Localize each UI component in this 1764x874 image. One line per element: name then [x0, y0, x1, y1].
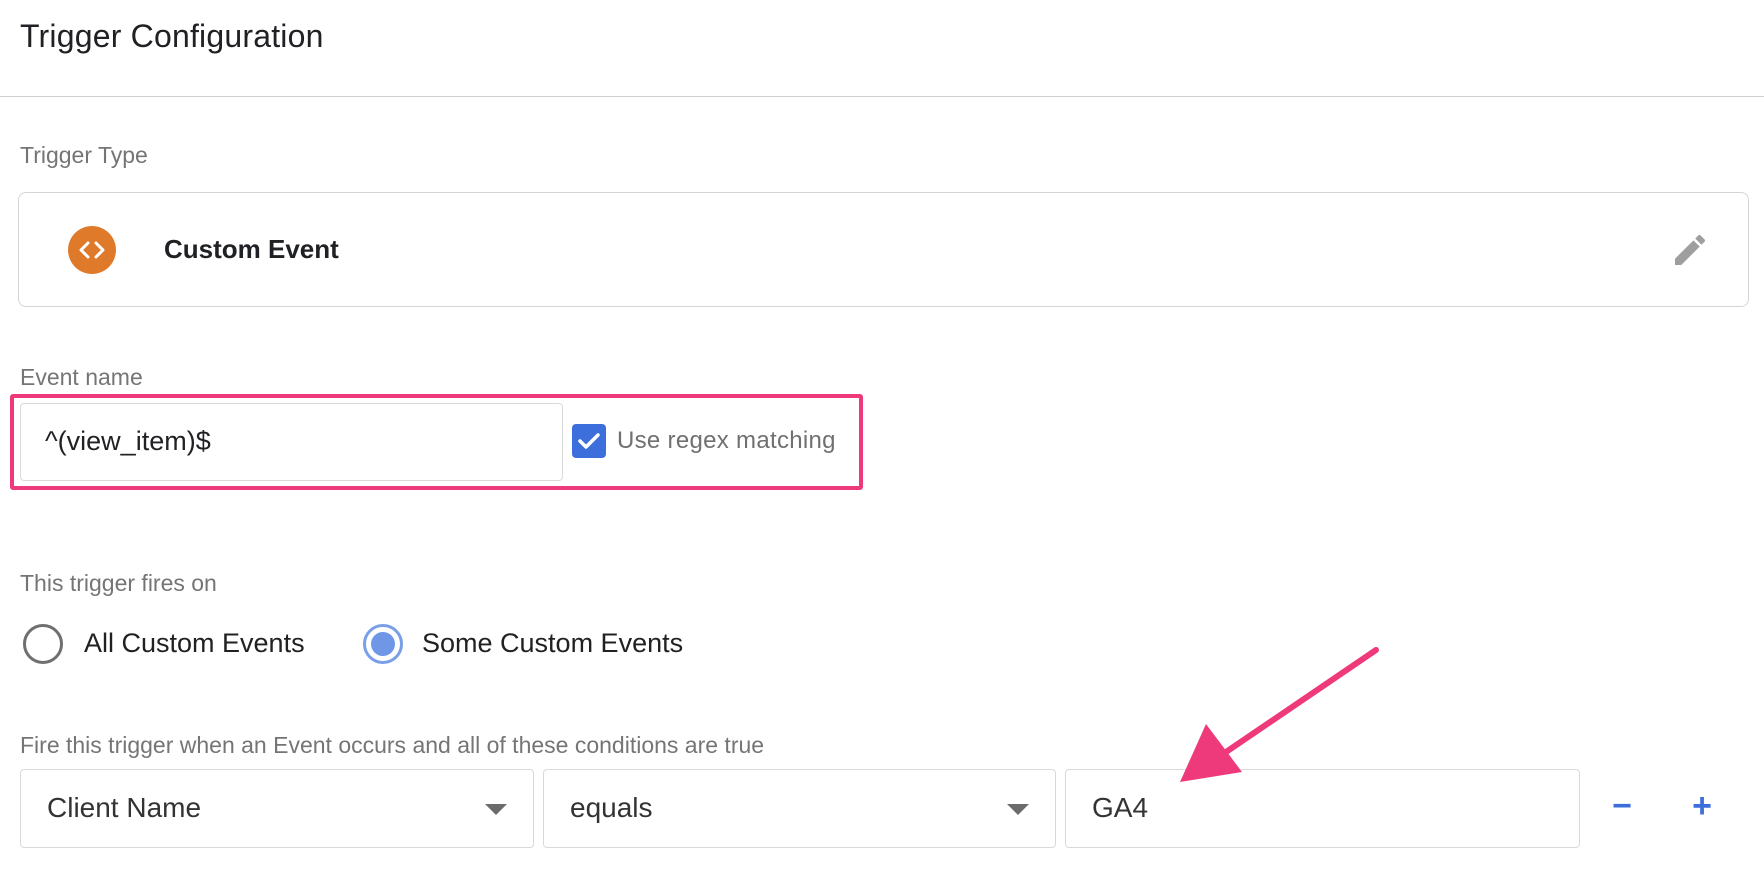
chevron-down-icon [485, 804, 507, 815]
radio-label-all-custom-events[interactable]: All Custom Events [84, 628, 305, 659]
event-name-input[interactable]: ^(view_item)$ [20, 403, 563, 481]
trigger-type-label: Trigger Type [20, 142, 148, 168]
radio-all-custom-events[interactable] [23, 624, 63, 664]
header-divider [0, 96, 1764, 97]
condition-operator-value: equals [570, 792, 653, 823]
regex-checkbox[interactable] [572, 424, 606, 458]
code-brackets-icon [68, 226, 116, 274]
condition-variable-select[interactable]: Client Name [20, 769, 534, 848]
regex-checkbox-label[interactable]: Use regex matching [617, 427, 836, 455]
trigger-type-name: Custom Event [164, 234, 339, 264]
pencil-icon[interactable] [1670, 230, 1710, 270]
radio-label-some-custom-events[interactable]: Some Custom Events [422, 628, 683, 659]
fires-on-label: This trigger fires on [20, 570, 217, 596]
conditions-label: Fire this trigger when an Event occurs a… [20, 732, 765, 758]
radio-selected-dot [371, 632, 395, 656]
add-condition-button[interactable]: + [1684, 786, 1720, 826]
condition-operator-select[interactable]: equals [543, 769, 1056, 848]
condition-variable-value: Client Name [47, 792, 202, 823]
chevron-down-icon [1007, 804, 1029, 815]
remove-condition-button[interactable]: − [1604, 786, 1640, 826]
page-title: Trigger Configuration [20, 18, 324, 54]
annotation-arrow-icon [1170, 640, 1390, 790]
event-name-label: Event name [20, 364, 143, 390]
